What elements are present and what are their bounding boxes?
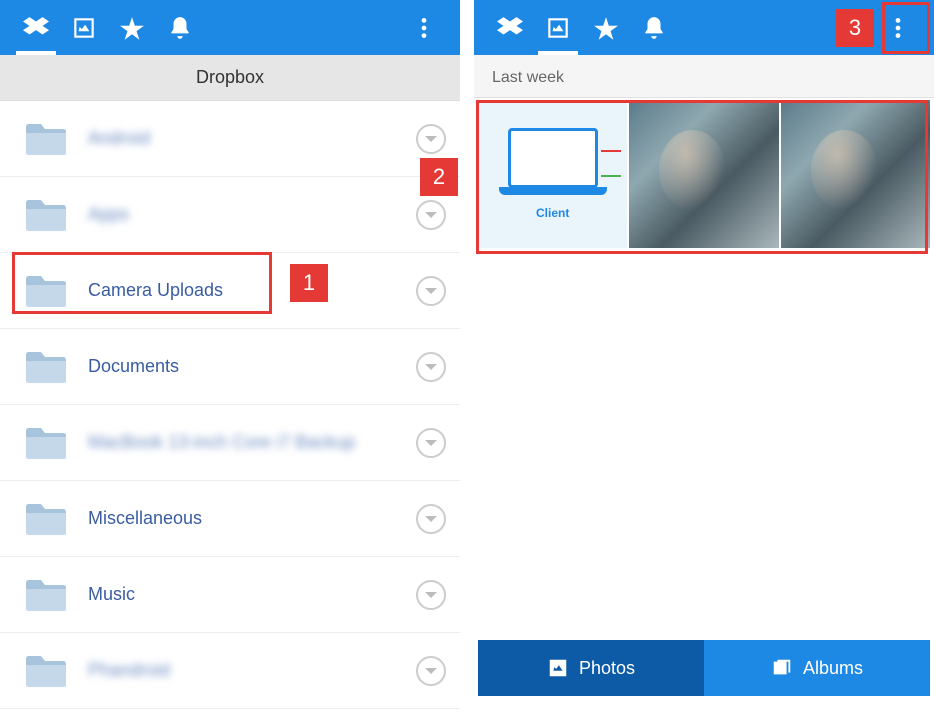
folder-name: MacBook 13-inch Core i7 Backup xyxy=(88,432,416,453)
folder-icon xyxy=(24,121,68,157)
folder-icon xyxy=(24,501,68,537)
dropbox-icon[interactable] xyxy=(486,0,534,55)
section-header: Last week xyxy=(474,55,934,98)
chevron-down-icon[interactable] xyxy=(416,276,446,306)
more-icon[interactable] xyxy=(400,0,448,55)
photo-thumbnail-client[interactable]: Client xyxy=(478,100,627,248)
file-list: Android Apps Camera Uploads Documents Ma… xyxy=(0,101,460,709)
bell-icon[interactable] xyxy=(156,0,204,55)
chevron-down-icon[interactable] xyxy=(416,504,446,534)
right-screenshot: Last week Client 3 Photos Albums xyxy=(474,0,934,714)
photo-icon[interactable] xyxy=(60,0,108,55)
folder-row[interactable]: Phandroid xyxy=(0,633,460,709)
folder-icon xyxy=(24,349,68,385)
folder-name: Android xyxy=(88,128,416,149)
folder-row[interactable]: Music xyxy=(0,557,460,633)
chevron-down-icon[interactable] xyxy=(416,124,446,154)
star-icon[interactable] xyxy=(108,0,156,55)
folder-icon xyxy=(24,273,68,309)
folder-icon xyxy=(24,577,68,613)
tab-albums[interactable]: Albums xyxy=(704,640,930,696)
folder-name: Music xyxy=(88,584,416,605)
folder-row[interactable]: Documents xyxy=(0,329,460,405)
chevron-down-icon[interactable] xyxy=(416,352,446,382)
tab-label: Photos xyxy=(579,658,635,679)
chevron-down-icon[interactable] xyxy=(416,200,446,230)
folder-icon xyxy=(24,653,68,689)
photo-thumbnail-graffiti-2[interactable] xyxy=(781,100,930,248)
top-nav xyxy=(0,0,460,55)
page-title: Dropbox xyxy=(0,55,460,101)
folder-icon xyxy=(24,425,68,461)
chevron-down-icon[interactable] xyxy=(416,656,446,686)
dropbox-icon[interactable] xyxy=(12,0,60,55)
callout-1: 1 xyxy=(290,264,328,302)
star-icon[interactable] xyxy=(582,0,630,55)
tab-photos[interactable]: Photos xyxy=(478,640,704,696)
bottom-tabs: Photos Albums xyxy=(478,640,930,696)
photo-icon[interactable] xyxy=(534,0,582,55)
folder-row[interactable]: MacBook 13-inch Core i7 Backup xyxy=(0,405,460,481)
photo-icon xyxy=(547,657,569,679)
chevron-down-icon[interactable] xyxy=(416,428,446,458)
client-label: Client xyxy=(536,206,569,220)
folder-name: Apps xyxy=(88,204,416,225)
chevron-down-icon[interactable] xyxy=(416,580,446,610)
folder-row[interactable]: Miscellaneous xyxy=(0,481,460,557)
callout-3: 3 xyxy=(836,9,874,47)
folder-name: Miscellaneous xyxy=(88,508,416,529)
folder-row[interactable]: Camera Uploads xyxy=(0,253,460,329)
photo-grid: Client xyxy=(478,100,930,248)
photo-thumbnail-graffiti-1[interactable] xyxy=(629,100,778,248)
folder-icon xyxy=(24,197,68,233)
left-screenshot: Dropbox Android Apps Camera Uploads Docu… xyxy=(0,0,460,714)
folder-name: Camera Uploads xyxy=(88,280,416,301)
folder-name: Phandroid xyxy=(88,660,416,681)
tab-label: Albums xyxy=(803,658,863,679)
more-icon[interactable] xyxy=(874,0,922,55)
bell-icon[interactable] xyxy=(630,0,678,55)
folder-row[interactable]: Android xyxy=(0,101,460,177)
folder-row[interactable]: Apps xyxy=(0,177,460,253)
folder-name: Documents xyxy=(88,356,416,377)
album-icon xyxy=(771,657,793,679)
callout-2: 2 xyxy=(420,158,458,196)
